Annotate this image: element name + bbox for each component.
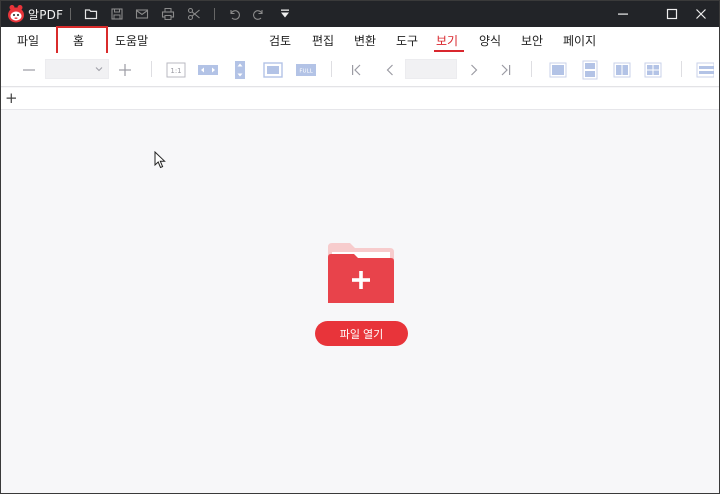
two-page-icon[interactable]: [612, 61, 632, 79]
print-icon[interactable]: [159, 5, 177, 23]
open-folder-icon[interactable]: [328, 243, 394, 303]
toolbar-separator-2: [331, 61, 332, 77]
menu-file[interactable]: 파일: [17, 32, 39, 49]
new-tab-button[interactable]: +: [5, 89, 18, 107]
tab-view[interactable]: 보기: [436, 32, 458, 49]
fit-height-icon[interactable]: [232, 61, 248, 79]
zoom-select[interactable]: [45, 59, 109, 79]
tab-review[interactable]: 검토: [269, 32, 291, 49]
app-name: 알PDF: [28, 8, 64, 22]
save-icon[interactable]: [108, 5, 126, 23]
active-tab-indicator: [434, 50, 464, 52]
fit-page-icon[interactable]: [262, 61, 284, 79]
menu-bar: 파일 홈 도움말 검토 편집 변환 도구 보기 양식 보안 페이지: [1, 27, 719, 53]
title-bar: 알PDF: [1, 1, 719, 27]
tab-convert[interactable]: 변환: [354, 32, 376, 49]
toolbar-separator-3: [531, 61, 532, 77]
page-number-input[interactable]: [405, 59, 457, 79]
continuous-icon[interactable]: [581, 60, 599, 80]
redo-icon[interactable]: [250, 5, 268, 23]
app-window: 알PDF 파일 홈 도움말 검토 편집 변환 도구 보기 양식 보안 페이지 1…: [0, 0, 720, 494]
titlebar-separator-2: [214, 8, 215, 20]
fit-width-icon[interactable]: [196, 61, 220, 79]
tab-pages[interactable]: 페이지: [563, 32, 596, 49]
single-page-icon[interactable]: [548, 61, 568, 79]
open-file-button[interactable]: 파일 열기: [315, 321, 408, 346]
menu-help[interactable]: 도움말: [115, 32, 148, 49]
toolbar-separator-1: [151, 61, 152, 77]
last-page-icon[interactable]: [497, 61, 515, 79]
prev-page-icon[interactable]: [381, 61, 399, 79]
scissors-icon[interactable]: [185, 5, 203, 23]
mail-icon[interactable]: [133, 5, 151, 23]
toolbar-separator-4: [681, 61, 682, 77]
chevron-down-icon: [95, 67, 103, 72]
highlight-box: [56, 26, 108, 56]
zoom-out-icon[interactable]: [19, 61, 39, 79]
app-logo-icon: [8, 5, 24, 23]
full-screen-icon[interactable]: FULL: [294, 61, 318, 79]
actual-size-icon[interactable]: 1:1: [165, 61, 187, 79]
close-icon[interactable]: [682, 1, 720, 27]
tab-edit[interactable]: 편집: [312, 32, 334, 49]
next-page-icon[interactable]: [465, 61, 483, 79]
tab-tools[interactable]: 도구: [396, 32, 418, 49]
undo-icon[interactable]: [225, 5, 243, 23]
customize-down-icon[interactable]: [276, 5, 294, 23]
tab-security[interactable]: 보안: [521, 32, 543, 49]
more-view-icon[interactable]: [695, 61, 715, 79]
full-screen-label: FULL: [299, 69, 313, 75]
mouse-cursor-icon: [154, 151, 166, 169]
zoom-in-icon[interactable]: [115, 61, 135, 79]
first-page-icon[interactable]: [347, 61, 365, 79]
grid-view-icon[interactable]: [643, 61, 663, 79]
titlebar-separator: [70, 8, 71, 20]
document-tab-strip: +: [1, 88, 719, 110]
tab-forms[interactable]: 양식: [479, 32, 501, 49]
actual-size-label: 1:1: [170, 67, 181, 75]
folder-open-icon[interactable]: [82, 5, 100, 23]
minimize-icon[interactable]: [604, 1, 642, 27]
